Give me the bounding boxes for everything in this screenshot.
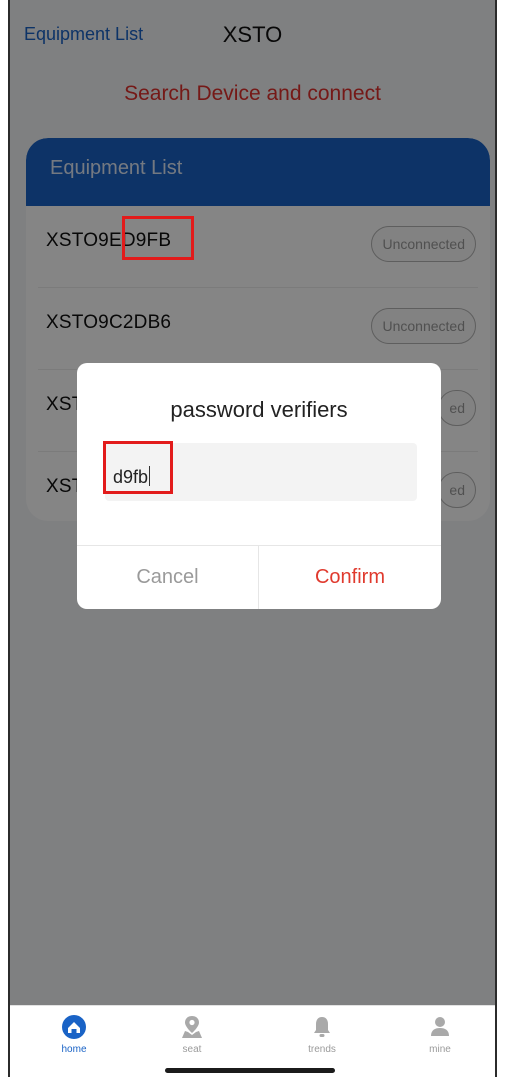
confirm-button[interactable]: Confirm [259,546,441,609]
tab-label: trends [308,1044,336,1055]
user-icon [431,1017,449,1036]
cancel-button[interactable]: Cancel [77,546,259,609]
bottom-tab-bar: home seat trends mine [10,1005,495,1077]
tab-label: seat [182,1044,202,1055]
tab-label: home [61,1044,87,1055]
map-pin-icon [182,1016,202,1038]
home-indicator [165,1068,335,1073]
phone-frame: Equipment List XSTO Search Device and co… [8,0,497,1077]
tab-trends[interactable]: trends [282,1014,362,1055]
tab-seat[interactable]: seat [152,1014,232,1055]
dialog-title: password verifiers [170,397,348,422]
password-highlight-box [103,441,173,494]
suffix-highlight-box [122,216,194,260]
bell-icon [314,1017,330,1037]
tab-label: mine [429,1044,451,1055]
tab-mine[interactable]: mine [400,1014,480,1055]
tab-home[interactable]: home [34,1014,114,1055]
home-icon [62,1015,86,1039]
